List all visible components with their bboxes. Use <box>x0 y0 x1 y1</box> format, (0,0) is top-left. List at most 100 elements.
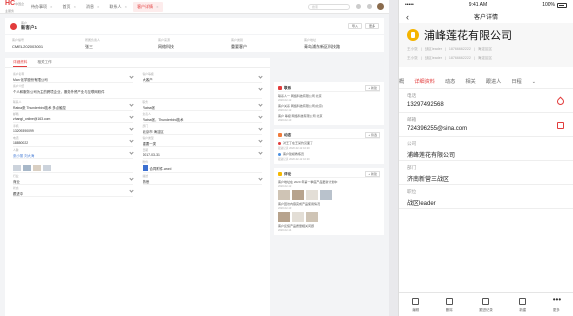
search-input[interactable]: 搜索 <box>308 3 350 10</box>
field-customer-intro[interactable]: 客户介绍 个人和服务公司为主的跨境企业，服务外贸产业与互联网软件 <box>13 84 263 99</box>
comment-images <box>278 190 380 200</box>
field-status[interactable]: 状态 跟进中 <box>13 186 134 197</box>
field-mobile[interactable]: 手机 13209390099 <box>13 124 134 135</box>
tab-details[interactable]: 详细资料 <box>414 75 435 88</box>
field-email[interactable]: 邮箱 724396255@sina.com <box>399 113 573 137</box>
mobile-tabs: 概 详细资料 动态 相关 跟进人 日程 ⌄ <box>399 75 573 89</box>
new-contact-button[interactable]: + 新建 <box>365 85 380 91</box>
tab-todo[interactable]: 待办事项 ✕ <box>27 2 57 12</box>
delete-button[interactable]: 删除 <box>445 297 453 312</box>
company-name: 浦峰莲花有限公司 <box>424 30 512 42</box>
bell-icon[interactable] <box>356 4 361 9</box>
photo-thumbnail[interactable] <box>23 165 31 171</box>
summary-item: 客户类别 重要客户 <box>231 38 247 49</box>
carrier-signal: ••••• <box>405 2 414 8</box>
photo-thumbnail[interactable] <box>43 165 51 171</box>
mobile-app: ••••• 9:41 AM 100% ‹ 客户详情 浦峰莲花有限公司 王小张 | 战… <box>398 0 573 316</box>
back-icon[interactable]: ‹ <box>406 12 409 22</box>
image-thumbnail[interactable] <box>292 212 304 222</box>
close-icon[interactable]: ✕ <box>125 5 128 9</box>
tab-overview[interactable]: 概 <box>399 75 404 88</box>
battery-icon <box>556 2 567 8</box>
document-icon <box>482 297 490 305</box>
tab-schedule[interactable]: 日程 <box>511 75 521 88</box>
status-dot <box>278 141 281 145</box>
image-thumbnail[interactable] <box>292 190 304 200</box>
company-tags: 王小张 | 战区leader | 18766662222 | 海淀区区 <box>407 47 493 51</box>
tab-contacts[interactable]: 联系人 ✕ <box>106 2 132 12</box>
company-tags: 王小张 | 战区leader | 18766662222 | 海淀区区 <box>407 56 493 60</box>
tab-details[interactable]: 详细资料 <box>13 58 28 67</box>
tab-followers[interactable]: 跟进人 <box>486 75 502 88</box>
tab-messages[interactable]: 消息 ✕ <box>82 2 104 12</box>
activity-icon <box>278 133 282 137</box>
field-email[interactable]: 邮箱 zhangl_online@163.com <box>13 112 134 123</box>
brand-logo[interactable]: HC中国企业服务 <box>5 0 27 14</box>
list-item[interactable]: 客户地址在 2020 年第一季度产品更新计划中 2020-02-12 <box>278 180 380 188</box>
top-bar: HC中国企业服务 待办事项 ✕ 首页 ✕ 消息 ✕ 联系人 ✕ 客户详情 ✕ 搜索 <box>0 0 389 14</box>
summary-item: 所属负责人 张三 <box>85 38 101 49</box>
close-icon[interactable]: ✕ <box>97 5 100 9</box>
photo-strip <box>13 165 133 171</box>
detail-tabs: 详细资料 相关工作 <box>5 58 270 68</box>
field-position[interactable]: 职位 战区leader <box>399 185 573 209</box>
field-department[interactable]: 部门 济南新营三战区 <box>399 161 573 185</box>
field-customer-level[interactable]: 客户等级 大客户 <box>142 72 263 83</box>
field-customer-name[interactable]: 客户名称 Man 化学股份有限公司 <box>13 72 134 83</box>
more-button[interactable]: ••• 更多 <box>553 295 561 312</box>
avatar[interactable] <box>377 3 384 10</box>
list-item[interactable]: 客户反馈产品质量相关问题 2020-02-14 <box>278 224 380 232</box>
followup-button[interactable]: 跟进记录 <box>479 297 493 312</box>
field-description[interactable]: 描述 熟悉 <box>142 174 263 185</box>
photo-thumbnail[interactable] <box>13 165 21 171</box>
more-button[interactable]: 更多 <box>364 23 379 29</box>
field-phone[interactable]: 电话 18850022 <box>13 136 134 147</box>
list-item[interactable]: 客户 等级 网络科技有限公司 北京 2020-02-13 <box>278 114 380 122</box>
image-thumbnail[interactable] <box>320 190 332 200</box>
filter-button[interactable]: + 筛选 <box>365 132 380 138</box>
field-network[interactable]: 人脉 张小丽 刘大海 <box>13 148 134 159</box>
field-company[interactable]: 公司 浦峰莲花有限公司 <box>399 137 573 161</box>
comment-images <box>278 212 380 222</box>
tab-customer-detail[interactable]: 客户详情 ✕ <box>133 1 163 12</box>
summary-item: 客户来源 网络科技 <box>158 38 174 49</box>
new-button[interactable]: 新建 <box>519 297 527 312</box>
image-thumbnail[interactable] <box>306 190 318 200</box>
field-attachment[interactable]: 附件 合同附件.word <box>142 160 262 173</box>
field-phone[interactable]: 电话 13297492568 <box>399 89 573 113</box>
field-department[interactable]: 部门 北京市 海淀区 <box>142 124 263 135</box>
field-title[interactable]: 职务 Ratna张 <box>142 100 263 111</box>
image-thumbnail[interactable] <box>278 190 290 200</box>
close-icon[interactable]: ✕ <box>74 5 77 9</box>
field-contact[interactable]: 联系人 Ratna张 Thunderbird技术 多点触控 <box>13 100 134 111</box>
import-button[interactable]: 导入 <box>347 23 362 29</box>
summary-item: 客户编号 CMEL202003001 <box>12 38 44 49</box>
field-industry[interactable]: 行业 商业 <box>13 174 134 185</box>
image-thumbnail[interactable] <box>306 212 318 222</box>
field-photos[interactable] <box>13 160 133 173</box>
list-item[interactable]: 对王丁在王某约见面了 跟进记录 2020-02-12 10:20 <box>278 141 380 150</box>
tab-home[interactable]: 首页 ✕ <box>59 2 81 12</box>
list-item[interactable]: 联系人一 网络科技有限公司 北京 2020-02-12 <box>278 94 380 102</box>
mail-icon[interactable] <box>557 122 564 129</box>
close-icon[interactable]: ✕ <box>156 5 159 9</box>
tab-activity[interactable]: 动态 <box>445 75 455 88</box>
field-owner[interactable]: 负责人 Ratna张，Thunderbird技术 <box>142 112 263 123</box>
close-icon[interactable]: ✕ <box>50 5 53 9</box>
tab-related[interactable]: 相关 <box>465 75 475 88</box>
word-file-icon <box>142 165 148 171</box>
list-item[interactable]: 客户回访内容完成产品使用情况 2020-02-13 <box>278 202 380 210</box>
edit-button[interactable]: 编辑 <box>412 297 420 312</box>
customer-icon <box>10 22 17 30</box>
tab-related-work[interactable]: 相关工作 <box>37 58 51 67</box>
image-thumbnail[interactable] <box>278 212 290 222</box>
photo-thumbnail[interactable] <box>33 165 41 171</box>
list-item[interactable]: 客户关系 网络科技有限公司(北京) 2020-02-12 <box>278 104 380 112</box>
field-customer-type[interactable]: 客户类型 重要一类 <box>142 136 263 147</box>
list-item[interactable]: 客户建模教练员 跟进记录 2020-02-12 10:20 <box>278 152 380 161</box>
field-date[interactable]: 日期 2017-03-31 <box>142 148 263 159</box>
new-comment-button[interactable]: + 新建 <box>365 171 380 177</box>
chevron-down-icon[interactable]: ⌄ <box>532 76 536 88</box>
record-header: 客户 新客户1 导入 更多 <box>5 18 384 34</box>
help-icon[interactable] <box>367 4 372 9</box>
